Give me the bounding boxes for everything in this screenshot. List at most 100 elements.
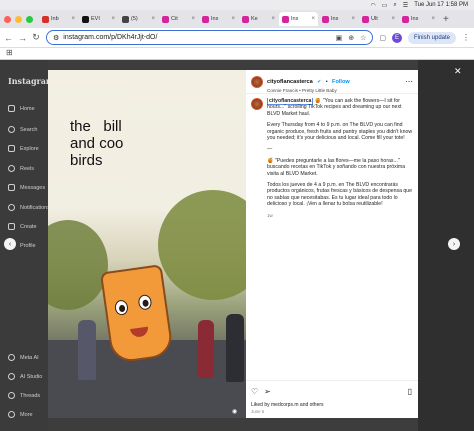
search-icon[interactable]: ⌕ <box>393 2 396 9</box>
reload-icon[interactable]: ↻ <box>32 32 40 43</box>
audio-track[interactable]: Connie Francis • Pretty Little Baby <box>267 88 350 93</box>
macos-menubar: ◠ ▭ ⌕ ☰ Tue Jun 17 1:58 PM <box>0 0 474 10</box>
tab-close-icon[interactable]: × <box>111 16 115 22</box>
tab-favicon-icon <box>42 15 49 23</box>
tab-close-icon[interactable]: × <box>191 16 195 22</box>
follow-button[interactable]: Follow <box>332 79 350 85</box>
create-icon <box>8 223 15 230</box>
browser-tab[interactable]: Ins × <box>319 12 358 26</box>
tab-close-icon[interactable]: × <box>271 16 275 22</box>
sidebar-item-label: AI Studio <box>20 373 43 380</box>
tree-foliage <box>158 190 246 300</box>
author-username[interactable]: cityoflancasterca <box>267 79 313 85</box>
sidebar-item-threads[interactable]: Threads <box>8 392 40 399</box>
mascot-eye <box>137 293 153 311</box>
photo-overlay-text: the bill and coo birds <box>70 118 124 169</box>
browser-tab[interactable]: Cit × <box>159 12 198 26</box>
sidebar-item-search[interactable]: Search <box>8 126 37 133</box>
sidebar-item-ai-studio[interactable]: AI Studio <box>8 373 42 380</box>
browser-tab[interactable]: Inb × <box>39 12 78 26</box>
sidebar-item-messages[interactable]: Messages <box>8 184 45 191</box>
tab-favicon-icon <box>362 15 369 23</box>
tab-close-icon[interactable]: × <box>311 16 315 22</box>
sidebar-item-meta-ai[interactable]: Meta AI <box>8 354 39 361</box>
sidebar-item-home[interactable]: Home <box>8 105 35 112</box>
tab-close-icon[interactable]: × <box>391 16 395 22</box>
battery-icon[interactable]: ▭ <box>382 2 388 9</box>
caption-block: cityoflancasterca 🍯 "You can ask the flo… <box>251 98 413 383</box>
tab-label: Ins <box>211 16 219 22</box>
share-icon[interactable]: ➢ <box>264 387 271 396</box>
minimize-window-button[interactable] <box>15 15 22 23</box>
control-center-icon[interactable]: ☰ <box>403 2 408 9</box>
pedestrian <box>78 320 96 380</box>
browser-tab-bar: Inb × EVI × (5) × Cit × Ins × Ke × Ins × Ins × Ult × Ins × … <box>0 10 474 28</box>
reels-icon <box>8 165 15 172</box>
sidebar-item-label: Reels <box>20 165 35 172</box>
mute-icon[interactable]: ◉ <box>232 408 237 415</box>
browser-tab[interactable]: Ins × <box>279 12 318 26</box>
tab-close-icon[interactable]: × <box>71 16 75 22</box>
save-bookmark-icon[interactable]: ▯ <box>408 387 412 396</box>
messages-icon <box>8 184 15 191</box>
profile-avatar[interactable]: E <box>391 32 402 43</box>
tab-favicon-icon <box>162 15 169 23</box>
tab-label: (5) <box>131 16 138 22</box>
author-avatar[interactable] <box>251 75 263 88</box>
caption-text: cityoflancasterca 🍯 "You can ask the flo… <box>267 98 413 383</box>
browser-menu-icon[interactable]: ⋮ <box>462 33 470 42</box>
sidebar-item-explore[interactable]: Explore <box>8 145 39 152</box>
post-photo[interactable]: the bill and coo birds ◉ <box>48 70 246 418</box>
tab-close-icon[interactable]: × <box>431 16 435 22</box>
finish-update-button[interactable]: Finish update <box>407 31 456 44</box>
cast-icon[interactable]: ▣ <box>336 34 343 42</box>
previous-post-button[interactable]: ‹ <box>4 238 16 250</box>
caption-avatar[interactable] <box>251 98 263 110</box>
sidebar-item-more[interactable]: More <box>8 411 33 418</box>
sidebar-item-reels[interactable]: Reels <box>8 165 34 172</box>
tab-close-icon[interactable]: × <box>231 16 235 22</box>
window-controls <box>4 15 33 23</box>
close-icon[interactable]: ✕ <box>454 66 462 77</box>
pedestrian <box>198 320 214 378</box>
browser-tab[interactable]: Ke × <box>239 12 278 26</box>
likes-summary[interactable]: Liked by medcorps.m and others <box>251 402 324 408</box>
next-post-button[interactable]: › <box>448 238 460 250</box>
tab-favicon-icon <box>242 15 249 23</box>
tab-close-icon[interactable]: × <box>151 16 155 22</box>
bookmark-star-icon[interactable]: ☆ <box>360 34 366 42</box>
browser-tab[interactable]: EVI × <box>79 12 118 26</box>
sidebar-item-label: Threads <box>20 392 41 399</box>
url-text: instagram.com/p/DKh4rJjt-dO/ <box>63 34 158 41</box>
wifi-icon[interactable]: ◠ <box>371 2 376 9</box>
post-date: June 5 <box>251 409 265 414</box>
sidebar-item-label: Meta AI <box>20 354 39 361</box>
zoom-icon[interactable]: ⊕ <box>348 34 354 42</box>
site-info-icon[interactable]: ⚙ <box>53 34 59 42</box>
browser-tab[interactable]: (5) × <box>119 12 158 26</box>
new-tab-button[interactable]: + <box>443 14 449 25</box>
more-options-icon[interactable]: ⋯ <box>405 77 413 86</box>
close-window-button[interactable] <box>4 15 11 23</box>
caption-time: 1w <box>267 212 273 218</box>
browser-tab[interactable]: Ins × <box>399 12 438 26</box>
zoom-window-button[interactable] <box>26 15 33 23</box>
extensions-icon[interactable]: ▢ <box>379 34 386 42</box>
meta-ai-icon <box>8 354 15 361</box>
post-header: cityoflancasterca ✔ • Follow Connie Fran… <box>246 70 418 94</box>
browser-tab[interactable]: Ult × <box>359 12 398 26</box>
tab-label: Inb <box>51 16 59 22</box>
like-heart-icon[interactable]: ♡ <box>251 387 258 396</box>
url-input[interactable]: ⚙ instagram.com/p/DKh4rJjt-dO/ ▣ ⊕ ☆ <box>46 30 374 45</box>
apps-grid-icon[interactable]: ⊞ <box>6 48 13 57</box>
tab-label: Ke <box>251 16 258 22</box>
back-icon[interactable]: ← <box>4 33 13 43</box>
mascot-mouth <box>130 326 150 339</box>
menubar-clock[interactable]: Tue Jun 17 1:58 PM <box>414 2 468 8</box>
sidebar-item-notifications[interactable]: Notifications <box>8 204 50 211</box>
forward-icon[interactable]: → <box>18 33 27 43</box>
bookmarks-bar: ⊞ <box>0 48 474 60</box>
sidebar-item-create[interactable]: Create <box>8 223 37 230</box>
tab-close-icon[interactable]: × <box>351 16 355 22</box>
browser-tab[interactable]: Ins × <box>199 12 238 26</box>
